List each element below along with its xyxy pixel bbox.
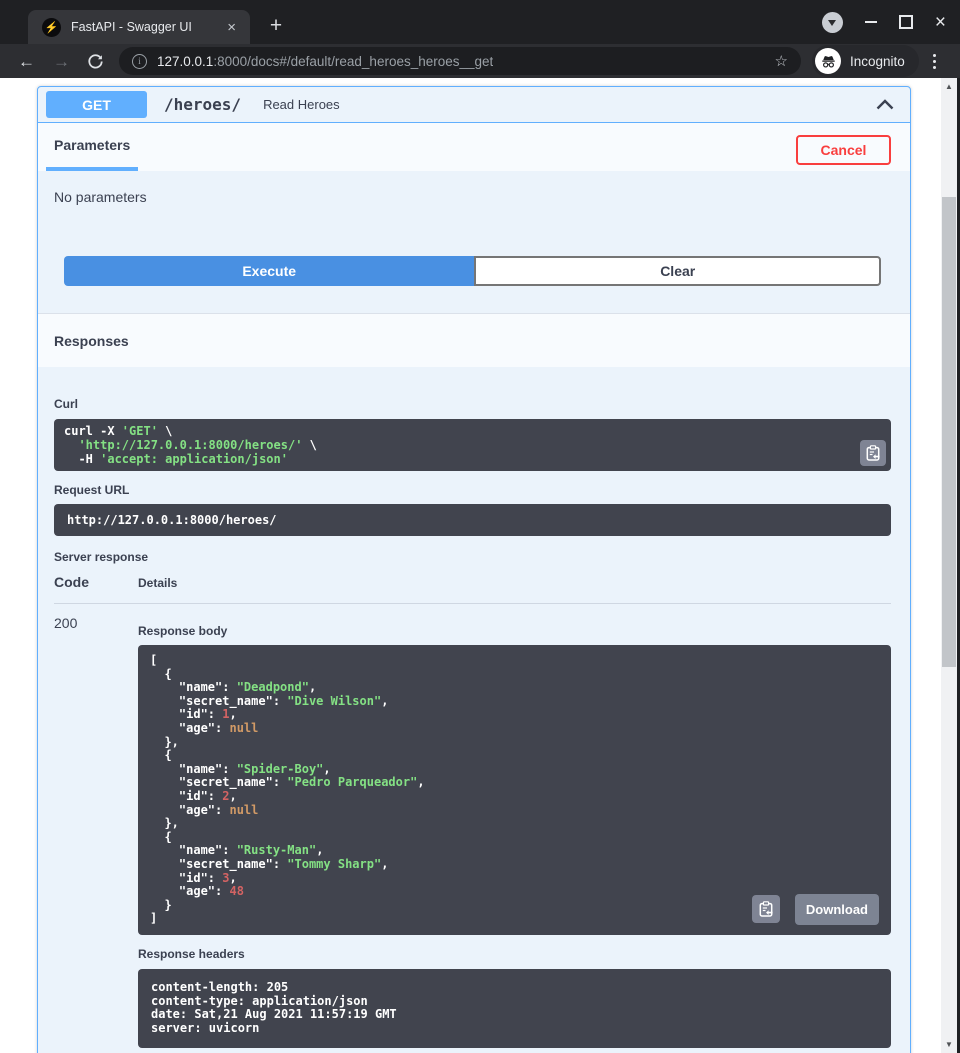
clear-button[interactable]: Clear	[474, 256, 881, 286]
url-text[interactable]: 127.0.0.1:8000/docs#/default/read_heroes…	[157, 54, 493, 69]
operation-summary[interactable]: GET /heroes/ Read Heroes	[38, 87, 910, 123]
http-method-badge: GET	[46, 91, 147, 118]
responses-title: Responses	[54, 333, 129, 349]
status-code: 200	[54, 615, 77, 631]
window-close-button[interactable]: ×	[935, 13, 946, 32]
active-tab-underline	[46, 167, 138, 171]
page-scrollbar[interactable]: ▲ ▼	[941, 78, 957, 1053]
browser-menu-icon[interactable]	[933, 52, 936, 70]
scrollbar-up-icon[interactable]: ▲	[941, 78, 957, 95]
request-url-block: http://127.0.0.1:8000/heroes/	[54, 504, 891, 536]
collapse-chevron-icon[interactable]	[876, 99, 894, 110]
scrollbar-thumb[interactable]	[942, 197, 956, 667]
operation-block-get-heroes: GET /heroes/ Read Heroes Parameters Canc…	[37, 86, 911, 1053]
response-table-header: Code Details	[54, 574, 891, 604]
execute-button[interactable]: Execute	[64, 256, 474, 286]
responses-body: Curl curl -X 'GET' \ 'http://127.0.0.1:8…	[38, 397, 910, 1053]
browser-tab[interactable]: ⚡ FastAPI - Swagger UI ×	[28, 10, 250, 44]
browser-window: ⚡ FastAPI - Swagger UI × + × ← → i 127.0…	[0, 0, 960, 1053]
url-host: 127.0.0.1	[157, 54, 213, 69]
download-button[interactable]: Download	[795, 894, 879, 925]
back-icon[interactable]: ←	[18, 53, 35, 70]
curl-command: curl -X 'GET' \ 'http://127.0.0.1:8000/h…	[64, 424, 881, 466]
curl-command-block: curl -X 'GET' \ 'http://127.0.0.1:8000/h…	[54, 419, 891, 471]
url-path: :8000/docs#/default/read_heroes_heroes__…	[213, 54, 493, 69]
request-url-value: http://127.0.0.1:8000/heroes/	[67, 513, 277, 527]
tab-parameters[interactable]: Parameters	[54, 137, 130, 153]
endpoint-summary: Read Heroes	[263, 97, 340, 112]
address-bar[interactable]: i 127.0.0.1:8000/docs#/default/read_hero…	[119, 47, 801, 75]
response-body-json: [ { "name": "Deadpond", "secret_name": "…	[150, 654, 879, 926]
incognito-icon	[815, 48, 841, 74]
new-tab-button[interactable]: +	[262, 13, 290, 41]
forward-icon[interactable]: →	[53, 53, 70, 70]
server-response-label: Server response	[54, 550, 891, 564]
response-body-block: [ { "name": "Deadpond", "secret_name": "…	[138, 645, 891, 935]
response-headers-label: Response headers	[138, 947, 891, 961]
tab-title: FastAPI - Swagger UI	[71, 20, 223, 34]
parameters-body: No parameters Execute Clear	[38, 189, 910, 313]
scrollbar-down-icon[interactable]: ▼	[941, 1036, 957, 1053]
browser-toolbar: ← → i 127.0.0.1:8000/docs#/default/read_…	[0, 44, 960, 78]
fastapi-favicon-icon: ⚡	[42, 18, 61, 37]
no-parameters-text: No parameters	[54, 189, 894, 205]
endpoint-path: /heroes/	[164, 95, 241, 114]
copy-curl-button[interactable]	[860, 440, 886, 466]
response-body-label: Response body	[138, 624, 891, 638]
incognito-badge: Incognito	[812, 45, 919, 77]
response-headers-block: content-length: 205 content-type: applic…	[138, 969, 891, 1048]
window-maximize-button[interactable]	[899, 15, 913, 29]
curl-label: Curl	[54, 397, 891, 411]
incognito-label: Incognito	[850, 54, 905, 69]
page-content: GET /heroes/ Read Heroes Parameters Canc…	[0, 78, 941, 1053]
site-info-icon[interactable]: i	[132, 54, 147, 69]
response-headers-text: content-length: 205 content-type: applic…	[151, 981, 878, 1036]
details-column-header: Details	[138, 576, 177, 590]
tab-close-icon[interactable]: ×	[223, 18, 240, 37]
browser-titlebar: ⚡ FastAPI - Swagger UI × + ×	[0, 0, 960, 44]
cancel-button[interactable]: Cancel	[796, 135, 891, 165]
parameters-section-header: Parameters Cancel	[38, 123, 910, 171]
response-body-actions: Download	[752, 894, 879, 925]
response-row: 200 Response body [ { "name": "Deadpond"…	[54, 615, 891, 1048]
code-column-header: Code	[54, 574, 138, 590]
bookmark-star-icon[interactable]: ☆	[775, 52, 788, 70]
copy-response-button[interactable]	[752, 895, 780, 923]
browser-update-icon[interactable]	[822, 12, 843, 33]
reload-icon[interactable]	[87, 53, 104, 70]
responses-section-header: Responses	[38, 313, 910, 367]
execute-row: Execute Clear	[64, 256, 881, 286]
request-url-label: Request URL	[54, 483, 891, 497]
window-controls: ×	[822, 11, 946, 33]
window-minimize-button[interactable]	[865, 21, 877, 23]
